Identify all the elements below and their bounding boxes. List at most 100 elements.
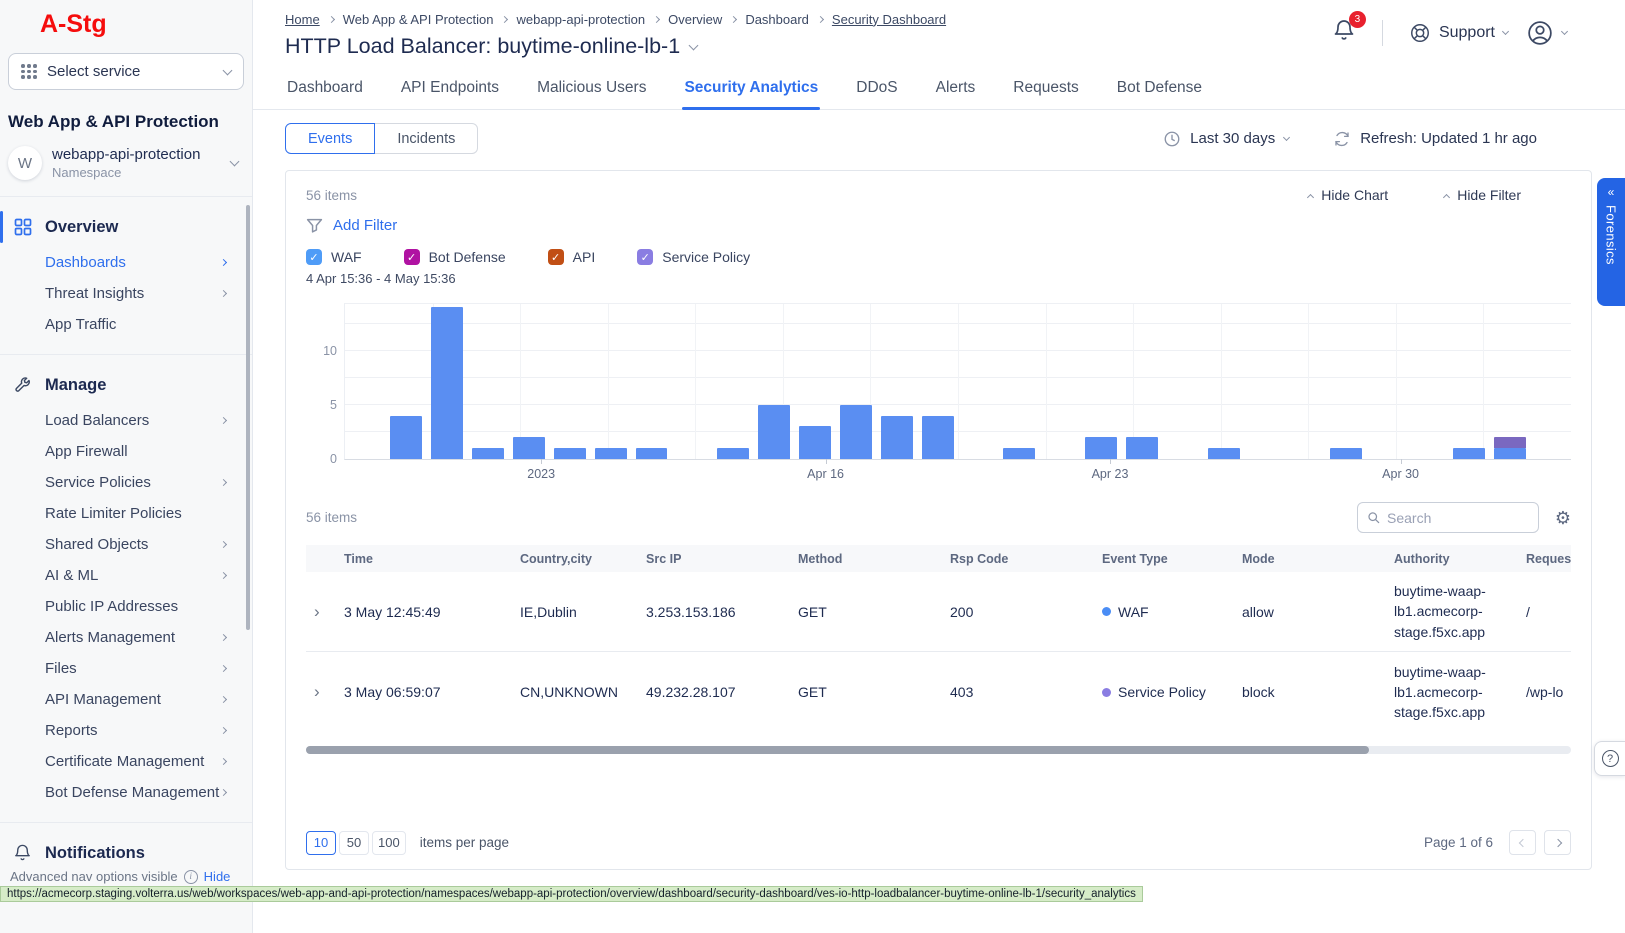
sidebar-item-public-ip-addresses[interactable]: Public IP Addresses	[0, 591, 252, 622]
chart-bar-waf[interactable]	[595, 448, 627, 459]
user-menu-button[interactable]	[1526, 19, 1567, 47]
sidebar-item-dashboards[interactable]: Dashboards	[0, 247, 252, 278]
notifications-bell-button[interactable]: 3	[1332, 18, 1356, 47]
sidebar-item-service-policies[interactable]: Service Policies	[0, 467, 252, 498]
breadcrumb-item-overview[interactable]: Overview	[668, 12, 722, 27]
tab-bot-defense[interactable]: Bot Defense	[1115, 73, 1204, 109]
search-input[interactable]	[1387, 510, 1529, 526]
sidebar-item-files[interactable]: Files	[0, 653, 252, 684]
row-expander-icon[interactable]: ›	[306, 682, 342, 702]
refresh-button[interactable]: Refresh: Updated 1 hr ago	[1333, 130, 1537, 148]
page-size-10[interactable]: 10	[306, 831, 336, 855]
column-header-time[interactable]: Time	[342, 552, 518, 566]
sidebar-item-rate-limiter-policies[interactable]: Rate Limiter Policies	[0, 498, 252, 529]
filter-api[interactable]: ✓API	[548, 249, 596, 265]
chart-bar-waf[interactable]	[922, 416, 954, 459]
horizontal-scrollbar[interactable]	[306, 746, 1571, 754]
tab-ddos[interactable]: DDoS	[854, 73, 899, 109]
sidebar-item-reports[interactable]: Reports	[0, 715, 252, 746]
chart-bar-service-policy[interactable]	[1494, 437, 1526, 448]
chart-bar-waf[interactable]	[554, 448, 586, 459]
row-expander-icon[interactable]: ›	[306, 602, 342, 622]
sidebar-item-bot-defense-management[interactable]: Bot Defense Management	[0, 777, 252, 808]
chart-bar-waf[interactable]	[758, 405, 790, 459]
column-header-mode[interactable]: Mode	[1240, 552, 1392, 566]
table-row[interactable]: ›3 May 06:59:07CN,UNKNOWN49.232.28.107GE…	[306, 652, 1571, 732]
add-filter-button[interactable]: Add Filter	[306, 217, 1571, 234]
column-header-event-type[interactable]: Event Type	[1100, 552, 1240, 566]
sidebar-item-app-traffic[interactable]: App Traffic	[0, 309, 252, 340]
page-size-100[interactable]: 100	[372, 831, 406, 855]
sidebar-item-ai-ml[interactable]: AI & ML	[0, 560, 252, 591]
chart-bar-waf[interactable]	[390, 416, 422, 459]
support-button[interactable]: Support	[1409, 22, 1508, 44]
namespace-selector[interactable]: W webapp-api-protection Namespace	[0, 132, 252, 180]
checkbox-service-policy[interactable]: ✓	[637, 249, 653, 265]
tab-api-endpoints[interactable]: API Endpoints	[399, 73, 501, 109]
next-page-button[interactable]	[1544, 830, 1571, 855]
chart-bar-waf[interactable]	[636, 448, 668, 459]
breadcrumb-item-dashboard[interactable]: Dashboard	[745, 12, 809, 27]
chart-bar-waf[interactable]	[1208, 448, 1240, 459]
chart-bar-waf[interactable]	[881, 416, 913, 459]
nav-header-notifications[interactable]: Notifications	[0, 833, 252, 873]
sidebar-item-alerts-management[interactable]: Alerts Management	[0, 622, 252, 653]
column-header-country-city[interactable]: Country,city	[518, 552, 644, 566]
filter-bot-defense[interactable]: ✓Bot Defense	[404, 249, 506, 265]
filter-waf[interactable]: ✓WAF	[306, 249, 362, 265]
nav-header-manage[interactable]: Manage	[0, 365, 252, 405]
table-row[interactable]: ›3 May 12:45:49IE,Dublin3.253.153.186GET…	[306, 572, 1571, 652]
filter-service-policy[interactable]: ✓Service Policy	[637, 249, 750, 265]
sidebar-item-threat-insights[interactable]: Threat Insights	[0, 278, 252, 309]
column-header-authority[interactable]: Authority	[1392, 552, 1524, 566]
page-size-50[interactable]: 50	[339, 831, 369, 855]
chart-bar-waf[interactable]	[431, 307, 463, 459]
title-chevron-down-icon[interactable]	[689, 40, 699, 50]
sidebar-scrollbar[interactable]	[246, 205, 250, 630]
chart-bar-waf[interactable]	[840, 405, 872, 459]
previous-page-button[interactable]	[1509, 830, 1536, 855]
tab-dashboard[interactable]: Dashboard	[285, 73, 365, 109]
chart-bar-waf[interactable]	[1003, 448, 1035, 459]
column-header-request-path[interactable]: Request Path	[1524, 552, 1571, 566]
hide-chart-button[interactable]: Hide Chart	[1308, 187, 1388, 203]
checkbox-api[interactable]: ✓	[548, 249, 564, 265]
sidebar-item-api-management[interactable]: API Management	[0, 684, 252, 715]
service-selector[interactable]: Select service	[8, 53, 244, 90]
tab-security-analytics[interactable]: Security Analytics	[682, 73, 820, 109]
checkbox-waf[interactable]: ✓	[306, 249, 322, 265]
column-header-rsp-code[interactable]: Rsp Code	[948, 552, 1100, 566]
tab-malicious-users[interactable]: Malicious Users	[535, 73, 648, 109]
chart-bar-waf[interactable]	[1126, 437, 1158, 459]
nav-header-overview[interactable]: Overview	[0, 207, 252, 247]
column-header-method[interactable]: Method	[796, 552, 948, 566]
tab-requests[interactable]: Requests	[1011, 73, 1080, 109]
chart-bar-waf[interactable]	[513, 437, 545, 459]
help-button[interactable]: ?	[1594, 741, 1625, 776]
events-toggle-button[interactable]: Events	[285, 123, 375, 154]
breadcrumb-item-web-app-api-protection[interactable]: Web App & API Protection	[343, 12, 494, 27]
sidebar-item-shared-objects[interactable]: Shared Objects	[0, 529, 252, 560]
hide-advanced-nav-link[interactable]: Hide	[204, 869, 231, 884]
gear-icon[interactable]: ⚙	[1555, 509, 1571, 527]
forensics-panel-tab[interactable]: « Forensics	[1597, 178, 1625, 306]
tab-alerts[interactable]: Alerts	[934, 73, 978, 109]
sidebar-item-load-balancers[interactable]: Load Balancers	[0, 405, 252, 436]
chart-bar-waf[interactable]	[799, 426, 831, 459]
incidents-toggle-button[interactable]: Incidents	[375, 123, 478, 154]
sidebar-item-certificate-management[interactable]: Certificate Management	[0, 746, 252, 777]
chart-bar-waf[interactable]	[717, 448, 749, 459]
chart-bar-waf[interactable]	[1330, 448, 1362, 459]
chart-bar-waf[interactable]	[1494, 448, 1526, 459]
breadcrumb-item-webapp-api-protection[interactable]: webapp-api-protection	[516, 12, 645, 27]
horizontal-scrollbar-thumb[interactable]	[306, 746, 1369, 754]
column-header-src-ip[interactable]: Src IP	[644, 552, 796, 566]
sidebar-item-app-firewall[interactable]: App Firewall	[0, 436, 252, 467]
chart-bar-waf[interactable]	[1453, 448, 1485, 459]
breadcrumb-item-security-dashboard[interactable]: Security Dashboard	[832, 12, 946, 27]
chart-bar-waf[interactable]	[472, 448, 504, 459]
chart-bar-waf[interactable]	[1085, 437, 1117, 459]
breadcrumb-item-home[interactable]: Home	[285, 12, 320, 27]
checkbox-bot-defense[interactable]: ✓	[404, 249, 420, 265]
time-range-selector[interactable]: Last 30 days	[1163, 130, 1289, 148]
